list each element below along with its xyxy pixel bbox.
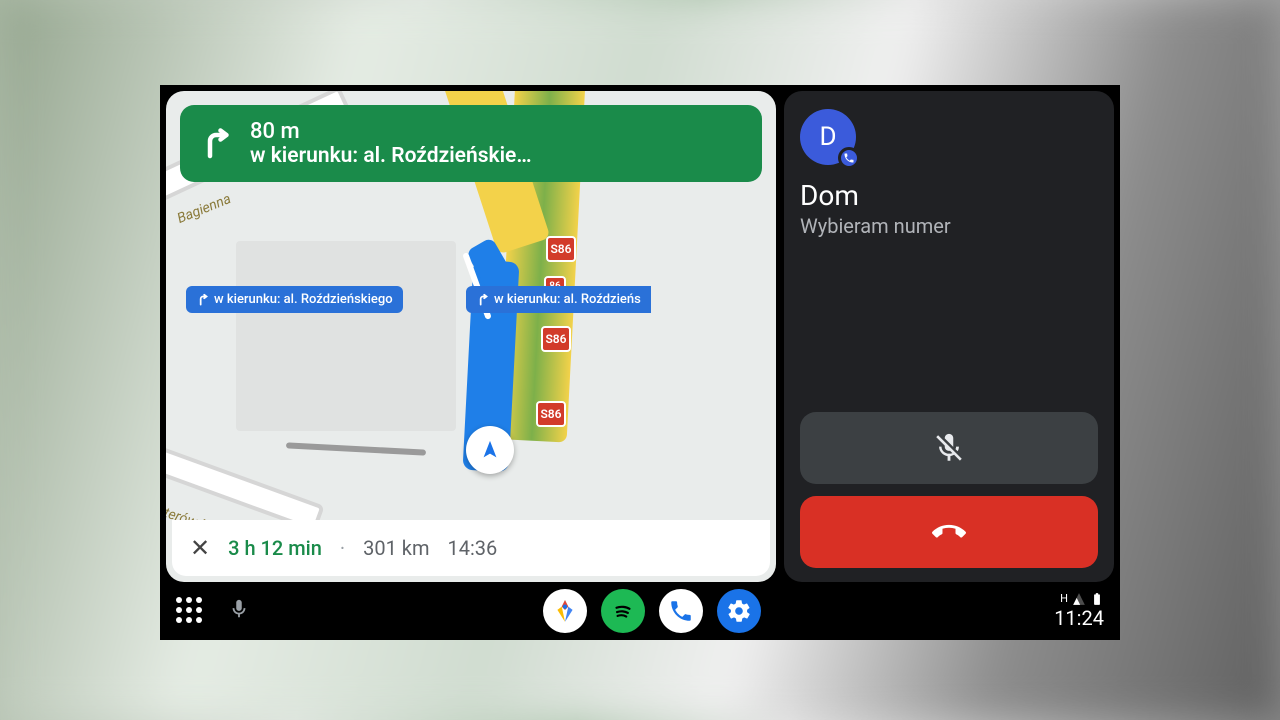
map-building xyxy=(236,241,456,431)
lane-hint: w kierunku: al. Roździeńs xyxy=(466,286,651,313)
mic-off-icon xyxy=(932,431,966,465)
navbar-apps xyxy=(250,589,1054,633)
gear-icon xyxy=(726,598,752,624)
road-shield: S86 xyxy=(546,236,576,262)
eta-distance: 301 km xyxy=(363,536,429,560)
map-decor xyxy=(286,442,426,455)
settings-app-button[interactable] xyxy=(717,589,761,633)
signal-icon xyxy=(1072,592,1086,606)
system-navbar: H 11:24 xyxy=(160,582,1120,640)
eta-bar[interactable]: ✕ 3 h 12 min · 301 km 14:36 xyxy=(172,520,770,576)
navbar-status: H 11:24 xyxy=(1054,592,1104,630)
hangup-icon xyxy=(932,515,966,549)
maps-card[interactable]: Bagienna aterów M S86 86 S86 S86 80 m w … xyxy=(166,91,776,582)
road-shield: S86 xyxy=(536,401,566,427)
voice-assistant-button[interactable] xyxy=(228,598,250,624)
maps-pin-icon xyxy=(552,598,578,624)
call-buttons xyxy=(800,412,1098,568)
turn-right-icon xyxy=(198,126,234,162)
battery-icon xyxy=(1090,592,1104,606)
mute-button[interactable] xyxy=(800,412,1098,484)
spotify-app-button[interactable] xyxy=(601,589,645,633)
end-call-button[interactable] xyxy=(800,496,1098,568)
nav-destination: w kierunku: al. Roździeńskie… xyxy=(250,144,532,168)
contact-avatar: D xyxy=(800,109,856,165)
phone-badge-icon xyxy=(838,147,860,169)
lane-hint: w kierunku: al. Roździeńskiego xyxy=(186,286,403,313)
lane-hint-label: w kierunku: al. Roździeńskiego xyxy=(214,292,393,307)
status-icons: H xyxy=(1060,592,1104,606)
current-position-marker xyxy=(466,426,514,474)
phone-icon xyxy=(668,598,694,624)
turn-right-icon xyxy=(196,293,210,307)
app-launcher-button[interactable] xyxy=(176,597,204,625)
network-type: H xyxy=(1060,592,1068,605)
navbar-left xyxy=(176,597,250,625)
google-maps-app-button[interactable] xyxy=(543,589,587,633)
avatar-letter: D xyxy=(819,122,836,152)
call-contact-name: Dom xyxy=(800,179,1098,212)
android-auto-screen: Bagienna aterów M S86 86 S86 S86 80 m w … xyxy=(160,85,1120,640)
eta-arrival: 14:36 xyxy=(447,536,497,560)
navigation-banner[interactable]: 80 m w kierunku: al. Roździeńskie… xyxy=(180,105,762,182)
call-status: Wybieram numer xyxy=(800,214,1098,238)
eta-duration: 3 h 12 min xyxy=(228,536,322,560)
mic-icon xyxy=(228,598,250,620)
close-icon[interactable]: ✕ xyxy=(190,534,210,562)
turn-right-icon xyxy=(476,293,490,307)
separator: · xyxy=(340,536,345,560)
street-label: Bagienna xyxy=(175,191,233,227)
lane-hint-label: w kierunku: al. Roździeńs xyxy=(494,292,641,307)
navigation-arrow-icon xyxy=(479,439,501,461)
nav-banner-text: 80 m w kierunku: al. Roździeńskie… xyxy=(250,119,532,168)
phone-app-button[interactable] xyxy=(659,589,703,633)
status-clock: 11:24 xyxy=(1054,606,1104,630)
call-card: D Dom Wybieram numer xyxy=(784,91,1114,582)
content-row: Bagienna aterów M S86 86 S86 S86 80 m w … xyxy=(160,85,1120,582)
spotify-icon xyxy=(610,598,636,624)
nav-distance: 80 m xyxy=(250,119,532,144)
road-shield: S86 xyxy=(541,326,571,352)
